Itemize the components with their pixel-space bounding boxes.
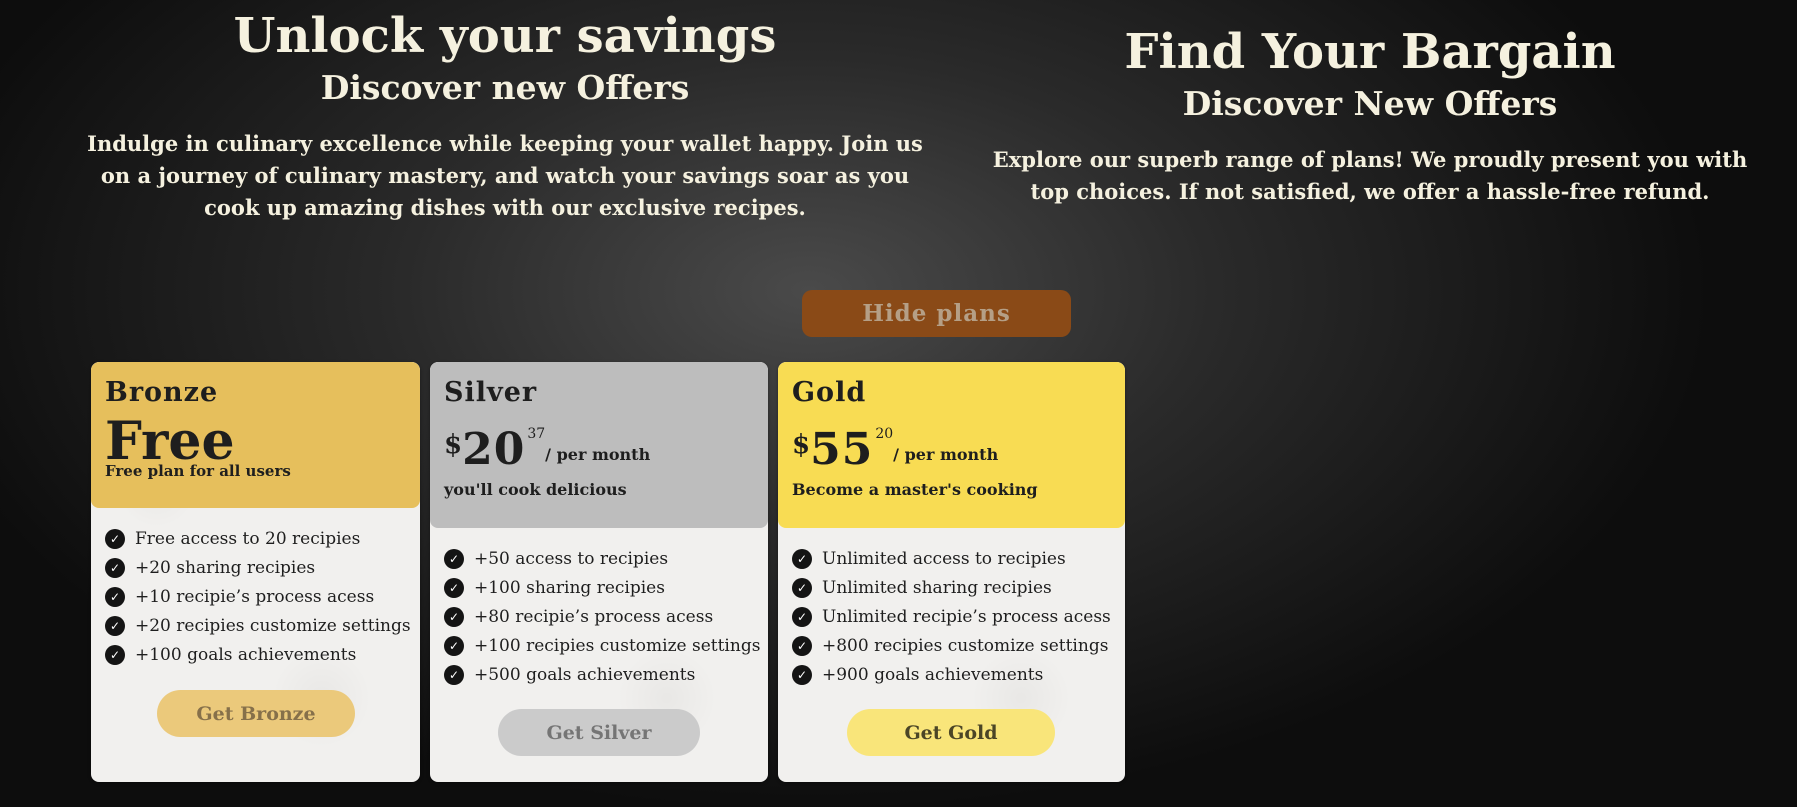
plan-name: Gold bbox=[792, 377, 867, 408]
hero-right-title: Find Your Bargain bbox=[1124, 24, 1616, 80]
feature-text: +80 recipie’s process acess bbox=[474, 606, 714, 627]
feature-item: ✓ +100 goals achievements bbox=[105, 640, 406, 669]
feature-item: ✓ +80 recipie’s process acess bbox=[444, 602, 754, 631]
price-cents: 37 bbox=[527, 426, 546, 442]
hero-left-subtitle: Discover new Offers bbox=[320, 68, 690, 107]
feature-item: ✓ +900 goals achievements bbox=[792, 660, 1111, 689]
feature-item: ✓ +800 recipies customize settings bbox=[792, 631, 1111, 660]
check-circle-icon: ✓ bbox=[105, 586, 125, 607]
feature-text: +100 sharing recipies bbox=[474, 577, 665, 598]
plan-tagline: Become a master's cooking bbox=[792, 480, 1038, 499]
price-period: / per month bbox=[893, 444, 999, 464]
plan-price: Free bbox=[105, 411, 235, 472]
feature-item: ✓ Unlimited recipie’s process acess bbox=[792, 602, 1111, 631]
check-circle-icon: ✓ bbox=[792, 577, 812, 598]
feature-item: ✓ +50 access to recipies bbox=[444, 544, 754, 573]
price-cents: 20 bbox=[875, 426, 894, 442]
plan-card-bronze: Bronze Free Free plan for all users ✓ Fre… bbox=[91, 362, 420, 782]
feature-list: ✓ Unlimited access to recipies ✓ Unlimited… bbox=[778, 528, 1125, 689]
check-circle-icon: ✓ bbox=[105, 615, 125, 636]
feature-item: ✓ +500 goals achievements bbox=[444, 660, 754, 689]
plan-name: Silver bbox=[444, 377, 538, 408]
hide-plans-button[interactable]: Hide plans bbox=[802, 290, 1071, 337]
feature-text: +500 goals achievements bbox=[474, 664, 696, 685]
feature-item: ✓ +100 sharing recipies bbox=[444, 573, 754, 602]
price-currency: $ bbox=[444, 430, 463, 460]
plan-header-bronze: Bronze Free Free plan for all users bbox=[91, 362, 420, 508]
plan-header-silver: Silver $ 20 37 / per month you'll cook d… bbox=[430, 362, 768, 528]
check-circle-icon: ✓ bbox=[792, 606, 812, 627]
feature-item: ✓ +100 recipies customize settings bbox=[444, 631, 760, 660]
feature-text: +900 goals achievements bbox=[822, 664, 1044, 685]
feature-item: ✓ Free access to 20 recipies bbox=[105, 524, 406, 553]
hero-right-subtitle: Discover New Offers bbox=[1182, 84, 1558, 123]
feature-text: Free access to 20 recipies bbox=[135, 528, 361, 549]
hero-right-text: Explore our superb range of plans! We pr… bbox=[992, 147, 1748, 204]
get-bronze-button[interactable]: Get Bronze bbox=[157, 690, 355, 737]
plan-price: $ 20 37 / per month bbox=[444, 424, 754, 476]
check-circle-icon: ✓ bbox=[105, 528, 125, 549]
feature-item: ✓ +10 recipie’s process acess bbox=[105, 582, 406, 611]
hero-left-text: Indulge in culinary excellence while kee… bbox=[87, 131, 923, 220]
feature-text: +100 goals achievements bbox=[135, 644, 357, 665]
feature-text: +20 recipies customize settings bbox=[135, 615, 411, 636]
feature-text: +20 sharing recipies bbox=[135, 557, 316, 578]
feature-text: +10 recipie’s process acess bbox=[135, 586, 375, 607]
check-circle-icon: ✓ bbox=[444, 635, 464, 656]
check-circle-icon: ✓ bbox=[792, 548, 812, 569]
plan-tagline: you'll cook delicious bbox=[444, 480, 627, 499]
check-circle-icon: ✓ bbox=[444, 606, 464, 627]
check-circle-icon: ✓ bbox=[792, 635, 812, 656]
get-gold-button[interactable]: Get Gold bbox=[847, 709, 1055, 756]
feature-text: Unlimited recipie’s process acess bbox=[822, 606, 1111, 627]
plan-tagline: Free plan for all users bbox=[105, 462, 291, 480]
plan-card-gold: Gold $ 55 20 / per month Become a master… bbox=[778, 362, 1125, 782]
feature-text: Unlimited sharing recipies bbox=[822, 577, 1052, 598]
feature-text: +50 access to recipies bbox=[474, 548, 669, 569]
hero-left: Unlock your savings Discover new Offers … bbox=[60, 6, 950, 224]
plan-header-gold: Gold $ 55 20 / per month Become a master… bbox=[778, 362, 1125, 528]
price-amount: 55 bbox=[810, 424, 874, 475]
check-circle-icon: ✓ bbox=[105, 644, 125, 665]
check-circle-icon: ✓ bbox=[444, 664, 464, 685]
feature-text: Unlimited access to recipies bbox=[822, 548, 1066, 569]
feature-item: ✓ +20 sharing recipies bbox=[105, 553, 406, 582]
check-circle-icon: ✓ bbox=[444, 577, 464, 598]
feature-list: ✓ +50 access to recipies ✓ +100 sharing re… bbox=[430, 528, 768, 689]
price-period: / per month bbox=[545, 444, 651, 464]
plan-price: $ 55 20 / per month bbox=[792, 424, 1111, 476]
hero-right: Find Your Bargain Discover New Offers Ex… bbox=[960, 22, 1780, 208]
feature-list: ✓ Free access to 20 recipies ✓ +20 sharing… bbox=[91, 508, 420, 669]
price-amount: 20 bbox=[462, 424, 526, 475]
check-circle-icon: ✓ bbox=[105, 557, 125, 578]
plan-card-silver: Silver $ 20 37 / per month you'll cook d… bbox=[430, 362, 768, 782]
get-silver-button[interactable]: Get Silver bbox=[498, 709, 700, 756]
feature-item: ✓ +20 recipies customize settings bbox=[105, 611, 411, 640]
feature-item: ✓ Unlimited sharing recipies bbox=[792, 573, 1111, 602]
plan-name: Bronze bbox=[105, 377, 219, 408]
hero-left-title: Unlock your savings bbox=[233, 8, 777, 64]
price-currency: $ bbox=[792, 430, 811, 460]
feature-text: +100 recipies customize settings bbox=[474, 635, 761, 656]
feature-text: +800 recipies customize settings bbox=[822, 635, 1109, 656]
check-circle-icon: ✓ bbox=[444, 548, 464, 569]
feature-item: ✓ Unlimited access to recipies bbox=[792, 544, 1111, 573]
check-circle-icon: ✓ bbox=[792, 664, 812, 685]
